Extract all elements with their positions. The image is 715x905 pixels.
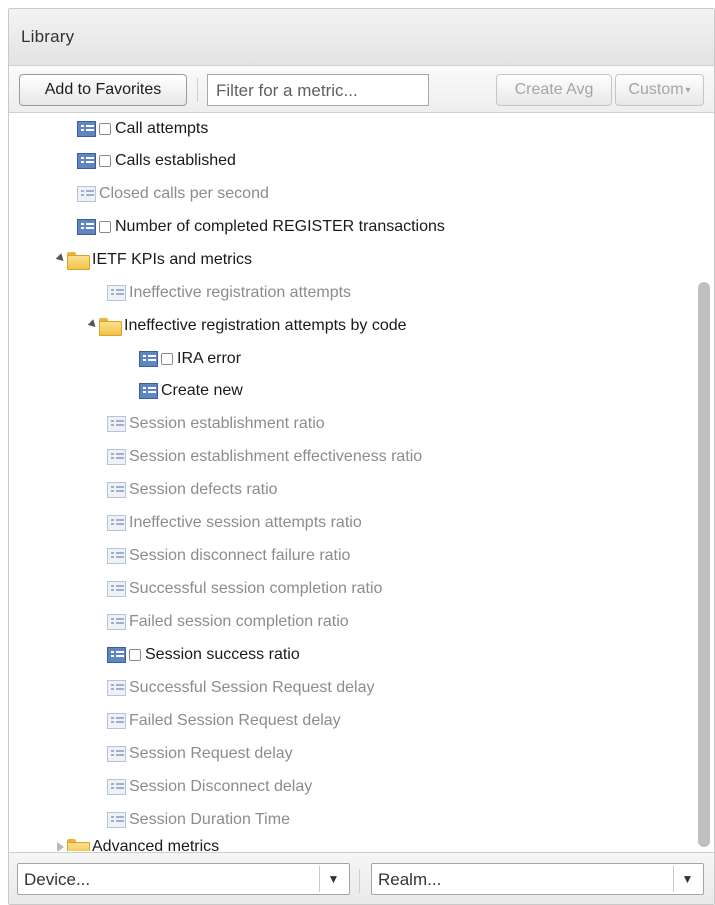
metric-table-icon — [107, 680, 126, 696]
device-select-value: Device... — [24, 870, 91, 889]
custom-label: Custom — [628, 81, 684, 98]
tree-folder[interactable]: Advanced metrics — [67, 831, 219, 851]
tree-item[interactable]: Failed Session Request delay — [107, 705, 341, 737]
tree-item-label: Session defects ratio — [129, 481, 278, 498]
tree-item[interactable]: Failed session completion ratio — [107, 606, 349, 638]
tree-item[interactable]: Ineffective registration attempts — [107, 277, 351, 309]
tree-folder[interactable]: IETF KPIs and metrics — [67, 244, 252, 276]
tree-item[interactable]: Call attempts — [77, 113, 208, 145]
create-avg-button[interactable]: Create Avg — [496, 74, 612, 106]
tree-item[interactable]: Closed calls per second — [77, 178, 269, 210]
metric-table-icon — [77, 186, 96, 202]
tree-folder-label: IETF KPIs and metrics — [92, 251, 253, 268]
checkbox[interactable] — [161, 353, 173, 365]
tree-item[interactable]: Session success ratio — [107, 639, 300, 671]
panel-title: Library — [21, 27, 75, 46]
tree-item[interactable]: Session establishment ratio — [107, 408, 325, 440]
tree-item-label: Session success ratio — [145, 646, 300, 663]
tree-item-label: Session Request delay — [129, 745, 293, 762]
metric-table-icon — [107, 482, 126, 498]
tree-item-label: Number of completed REGISTER transaction… — [115, 218, 445, 235]
tree-item-label: Ineffective registration attempts — [129, 284, 352, 301]
panel-footer: Device... ▼ Realm... ▼ — [9, 852, 714, 904]
tree-item-label: Call attempts — [115, 120, 209, 137]
scrollbar-thumb[interactable] — [698, 282, 710, 847]
metric-table-icon — [77, 121, 96, 137]
tree-item-label: Successful session completion ratio — [129, 580, 383, 597]
metric-table-icon — [107, 647, 126, 663]
tree-item[interactable]: Session establishment effectiveness rati… — [107, 441, 422, 473]
metric-table-icon — [107, 779, 126, 795]
tree-item-label: Session establishment effectiveness rati… — [129, 448, 423, 465]
checkbox[interactable] — [99, 155, 111, 167]
tree-item-label: IRA error — [177, 350, 242, 367]
folder-icon — [99, 317, 122, 336]
tree-item-label: Closed calls per second — [99, 185, 269, 202]
chevron-down-icon[interactable]: ▼ — [319, 866, 347, 892]
tree-item[interactable]: Session disconnect failure ratio — [107, 540, 350, 572]
metric-table-icon — [139, 351, 158, 367]
tree-item[interactable]: Session Request delay — [107, 738, 293, 770]
custom-dropdown-button[interactable]: Custom ▾ — [615, 74, 704, 106]
tree-item-label: Create new — [161, 382, 243, 399]
tree-item[interactable]: Session Disconnect delay — [107, 771, 312, 803]
caret-down-icon: ▾ — [685, 84, 691, 96]
realm-select-value: Realm... — [378, 870, 442, 889]
metric-table-icon — [107, 548, 126, 564]
tree-folder[interactable]: Ineffective registration attempts by cod… — [99, 310, 407, 342]
realm-select[interactable]: Realm... ▼ — [371, 863, 704, 895]
tree-item-label: Failed session completion ratio — [129, 613, 349, 630]
folder-icon — [67, 251, 90, 270]
metric-table-icon — [107, 614, 126, 630]
tree-item[interactable]: Ineffective session attempts ratio — [107, 507, 362, 539]
metric-table-icon — [107, 285, 126, 301]
metric-table-icon — [107, 416, 126, 432]
metric-table-icon — [107, 812, 126, 828]
metric-table-icon — [77, 153, 96, 169]
tree-item[interactable]: Successful session completion ratio — [107, 573, 382, 605]
tree-item-label: Successful Session Request delay — [129, 679, 375, 696]
tree-item-label: Session disconnect failure ratio — [129, 547, 351, 564]
tree-item[interactable]: Number of completed REGISTER transaction… — [77, 211, 445, 243]
metric-table-icon — [107, 515, 126, 531]
add-to-favorites-button[interactable]: Add to Favorites — [19, 74, 187, 106]
metric-table-icon — [139, 383, 158, 399]
tree-item[interactable]: IRA error — [139, 343, 241, 375]
tree-item-label: Failed Session Request delay — [129, 712, 341, 729]
chevron-down-icon[interactable]: ▼ — [673, 866, 701, 892]
tree-item[interactable]: Successful Session Request delay — [107, 672, 374, 704]
toolbar: Add to Favorites Filter for a metric... … — [9, 66, 714, 113]
filter-input[interactable]: Filter for a metric... — [207, 74, 429, 106]
metric-tree: Call attempts Calls established Closed c… — [9, 113, 689, 851]
toolbar-separator — [197, 78, 198, 102]
tree-item[interactable]: Create new — [139, 375, 243, 407]
footer-separator — [359, 869, 360, 893]
tree-item-label: Session establishment ratio — [129, 415, 325, 432]
device-select[interactable]: Device... ▼ — [17, 863, 350, 895]
tree-folder-label: Advanced metrics — [92, 838, 220, 851]
triangle-down-icon[interactable] — [87, 319, 99, 330]
checkbox[interactable] — [99, 123, 111, 135]
metric-table-icon — [107, 713, 126, 729]
metric-table-icon — [77, 219, 96, 235]
tree-item[interactable]: Calls established — [77, 145, 236, 177]
tree-item-label: Session Disconnect delay — [129, 778, 313, 795]
tree-item-label: Calls established — [115, 152, 236, 169]
folder-icon — [67, 838, 90, 851]
checkbox[interactable] — [99, 221, 111, 233]
tree-item[interactable]: Session defects ratio — [107, 474, 278, 506]
triangle-right-icon[interactable] — [57, 842, 64, 851]
tree-scrollbar[interactable] — [697, 117, 711, 851]
tree-folder-label: Ineffective registration attempts by cod… — [124, 317, 407, 334]
panel-header: Library — [9, 9, 714, 66]
metric-table-icon — [107, 449, 126, 465]
tree-item-label: Session Duration Time — [129, 811, 290, 828]
checkbox[interactable] — [129, 649, 141, 661]
tree-item-label: Ineffective session attempts ratio — [129, 514, 362, 531]
metric-table-icon — [107, 581, 126, 597]
library-panel: Library Add to Favorites Filter for a me… — [8, 8, 715, 905]
metric-table-icon — [107, 746, 126, 762]
triangle-down-icon[interactable] — [55, 253, 67, 264]
